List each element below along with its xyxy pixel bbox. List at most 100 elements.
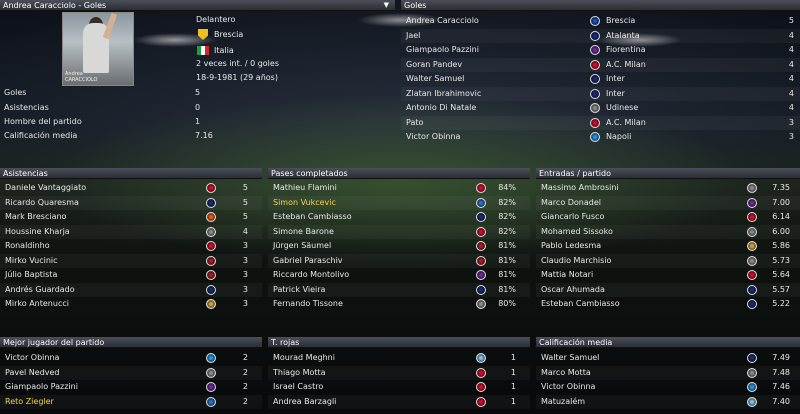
list-item[interactable]: Pavel Nedved 2 bbox=[0, 365, 262, 381]
player-name[interactable]: Oscar Ahumada bbox=[541, 283, 605, 298]
list-item[interactable]: Jürgen Säumel 81% bbox=[268, 239, 530, 254]
list-item[interactable]: Goran Pandev A.C. Milan 4 bbox=[401, 57, 800, 73]
list-item[interactable]: Andrea Barzagli 1 bbox=[268, 394, 530, 410]
list-item[interactable]: Giampaolo Pazzini 2 bbox=[0, 380, 262, 395]
player-name[interactable]: Israel Castro bbox=[273, 380, 323, 395]
player-name[interactable]: Marco Donadel bbox=[541, 196, 601, 211]
list-item[interactable]: Daniele Vantaggiato 5 bbox=[0, 181, 262, 196]
club-name[interactable]: Napoli bbox=[606, 130, 631, 145]
list-item[interactable]: Mourad Meghni 1 bbox=[268, 351, 530, 366]
list-item[interactable]: Giampaolo Pazzini Fiorentina 4 bbox=[401, 43, 800, 58]
club-name[interactable]: A.C. Milan bbox=[606, 116, 646, 131]
list-item[interactable]: Pablo Ledesma 5.86 bbox=[536, 239, 800, 254]
player-name[interactable]: Simone Barone bbox=[273, 225, 334, 240]
list-item[interactable]: Mirko Vucinic 3 bbox=[0, 253, 262, 269]
player-name[interactable]: Massimo Ambrosini bbox=[541, 181, 619, 196]
player-name[interactable]: Patrick Vieira bbox=[273, 283, 325, 298]
player-name[interactable]: Andrea Barzagli bbox=[273, 395, 336, 410]
club-name[interactable]: Inter bbox=[606, 72, 625, 87]
list-item[interactable]: Marco Motta 7.48 bbox=[536, 365, 800, 381]
player-name[interactable]: Gabriel Paraschiv bbox=[273, 254, 343, 269]
player-name[interactable]: Walter Samuel bbox=[406, 72, 464, 87]
player-name[interactable]: Pato bbox=[406, 116, 423, 131]
list-item[interactable]: Riccardo Montolivo 81% bbox=[268, 268, 530, 283]
player-club[interactable]: Brescia bbox=[214, 30, 243, 39]
player-name[interactable]: Andrea Caracciolo bbox=[406, 14, 479, 29]
list-item[interactable]: Zlatan Ibrahimovic Inter 4 bbox=[401, 86, 800, 102]
list-item[interactable]: Mathieu Flamini 84% bbox=[268, 181, 530, 196]
list-item[interactable]: Patrick Vieira 81% bbox=[268, 282, 530, 298]
list-item[interactable]: Antonio Di Natale Udinese 4 bbox=[401, 101, 800, 116]
list-item[interactable]: Pato A.C. Milan 3 bbox=[401, 115, 800, 131]
player-name[interactable]: Reto Ziegler bbox=[5, 395, 54, 410]
list-item[interactable]: Jael Atalanta 4 bbox=[401, 28, 800, 44]
player-name[interactable]: Walter Samuel bbox=[541, 351, 599, 366]
list-item[interactable]: Marco Donadel 7.00 bbox=[536, 195, 800, 211]
list-item[interactable]: Ronaldinho 3 bbox=[0, 239, 262, 254]
player-name[interactable]: Mark Bresciano bbox=[5, 210, 66, 225]
list-item[interactable]: Mirko Antenucci 3 bbox=[0, 297, 262, 312]
player-name[interactable]: Pavel Nedved bbox=[5, 366, 60, 381]
player-name[interactable]: Marco Motta bbox=[541, 366, 591, 381]
club-name[interactable]: Atalanta bbox=[606, 29, 640, 44]
player-name[interactable]: Esteban Cambiasso bbox=[541, 297, 620, 312]
player-name[interactable]: Antonio Di Natale bbox=[406, 101, 476, 116]
player-name[interactable]: Mohamed Sissoko bbox=[541, 225, 613, 240]
player-nation[interactable]: Italia bbox=[214, 46, 234, 55]
list-item[interactable]: Thiago Motta 1 bbox=[268, 365, 530, 381]
player-name[interactable]: Daniele Vantaggiato bbox=[5, 181, 86, 196]
player-name[interactable]: Andrés Guardado bbox=[5, 283, 75, 298]
player-name[interactable]: Mirko Vucinic bbox=[5, 254, 58, 269]
player-name[interactable]: Riccardo Montolivo bbox=[273, 268, 349, 283]
player-name[interactable]: Mathieu Flamini bbox=[273, 181, 337, 196]
player-name[interactable]: Matuzalém bbox=[541, 395, 585, 410]
player-name[interactable]: Goran Pandev bbox=[406, 58, 462, 73]
profile-header[interactable]: Andrea Caracciolo - Goles ▼ bbox=[0, 0, 395, 11]
list-item[interactable]: Fernando Tissone 80% bbox=[268, 297, 530, 312]
player-name[interactable]: Ronaldinho bbox=[5, 239, 50, 254]
list-item[interactable]: Massimo Ambrosini 7.35 bbox=[536, 181, 800, 196]
list-item[interactable]: Walter Samuel Inter 4 bbox=[401, 72, 800, 87]
player-name[interactable]: Zlatan Ibrahimovic bbox=[406, 87, 481, 102]
player-name[interactable]: Pablo Ledesma bbox=[541, 239, 601, 254]
list-item[interactable]: Mattia Notari 5.64 bbox=[536, 268, 800, 283]
player-name[interactable]: Mirko Antenucci bbox=[5, 297, 69, 312]
player-name[interactable]: Esteban Cambiasso bbox=[273, 210, 352, 225]
club-name[interactable]: A.C. Milan bbox=[606, 58, 646, 73]
list-item[interactable]: Victor Obinna 7.46 bbox=[536, 380, 800, 395]
list-item[interactable]: Walter Samuel 7.49 bbox=[536, 351, 800, 366]
player-name[interactable]: Thiago Motta bbox=[273, 366, 326, 381]
club-name[interactable]: Inter bbox=[606, 87, 625, 102]
player-name[interactable]: Victor Obinna bbox=[541, 380, 595, 395]
player-name[interactable]: Victor Obinna bbox=[406, 130, 460, 145]
list-item[interactable]: Andrés Guardado 3 bbox=[0, 282, 262, 298]
list-item[interactable]: Júlio Baptista 3 bbox=[0, 268, 262, 283]
list-item[interactable]: Esteban Cambiasso 5.22 bbox=[536, 297, 800, 312]
list-item[interactable]: Simone Barone 82% bbox=[268, 224, 530, 240]
player-name[interactable]: Jürgen Säumel bbox=[273, 239, 331, 254]
list-item[interactable]: Matuzalém 7.40 bbox=[536, 394, 800, 410]
player-name[interactable]: Claudio Marchisio bbox=[541, 254, 611, 269]
player-name[interactable]: Houssine Kharja bbox=[5, 225, 70, 240]
list-item[interactable]: Andrea Caracciolo Brescia 5 bbox=[401, 14, 800, 29]
list-item[interactable]: Esteban Cambiasso 82% bbox=[268, 210, 530, 225]
club-name[interactable]: Udinese bbox=[606, 101, 638, 116]
list-item[interactable]: Simon Vukcevic 82% bbox=[268, 195, 530, 210]
list-item[interactable]: Reto Ziegler 2 bbox=[0, 394, 262, 410]
list-item[interactable]: Claudio Marchisio 5.73 bbox=[536, 253, 800, 269]
player-name[interactable]: Mourad Meghni bbox=[273, 351, 335, 366]
player-name[interactable]: Giampaolo Pazzini bbox=[5, 380, 78, 395]
list-item[interactable]: Ricardo Quaresma 5 bbox=[0, 195, 262, 210]
list-item[interactable]: Victor Obinna 2 bbox=[0, 351, 262, 366]
dropdown-arrow-icon[interactable]: ▼ bbox=[384, 0, 389, 11]
player-name[interactable]: Giancarlo Fusco bbox=[541, 210, 604, 225]
list-item[interactable]: Giancarlo Fusco 6.14 bbox=[536, 210, 800, 225]
player-name[interactable]: Jael bbox=[406, 29, 420, 44]
player-name[interactable]: Victor Obinna bbox=[5, 351, 59, 366]
player-name[interactable]: Júlio Baptista bbox=[5, 268, 57, 283]
list-item[interactable]: Victor Obinna Napoli 3 bbox=[401, 130, 800, 145]
player-name[interactable]: Mattia Notari bbox=[541, 268, 593, 283]
list-item[interactable]: Mark Bresciano 5 bbox=[0, 210, 262, 225]
list-item[interactable]: Oscar Ahumada 5.57 bbox=[536, 282, 800, 298]
club-name[interactable]: Fiorentina bbox=[606, 43, 646, 58]
